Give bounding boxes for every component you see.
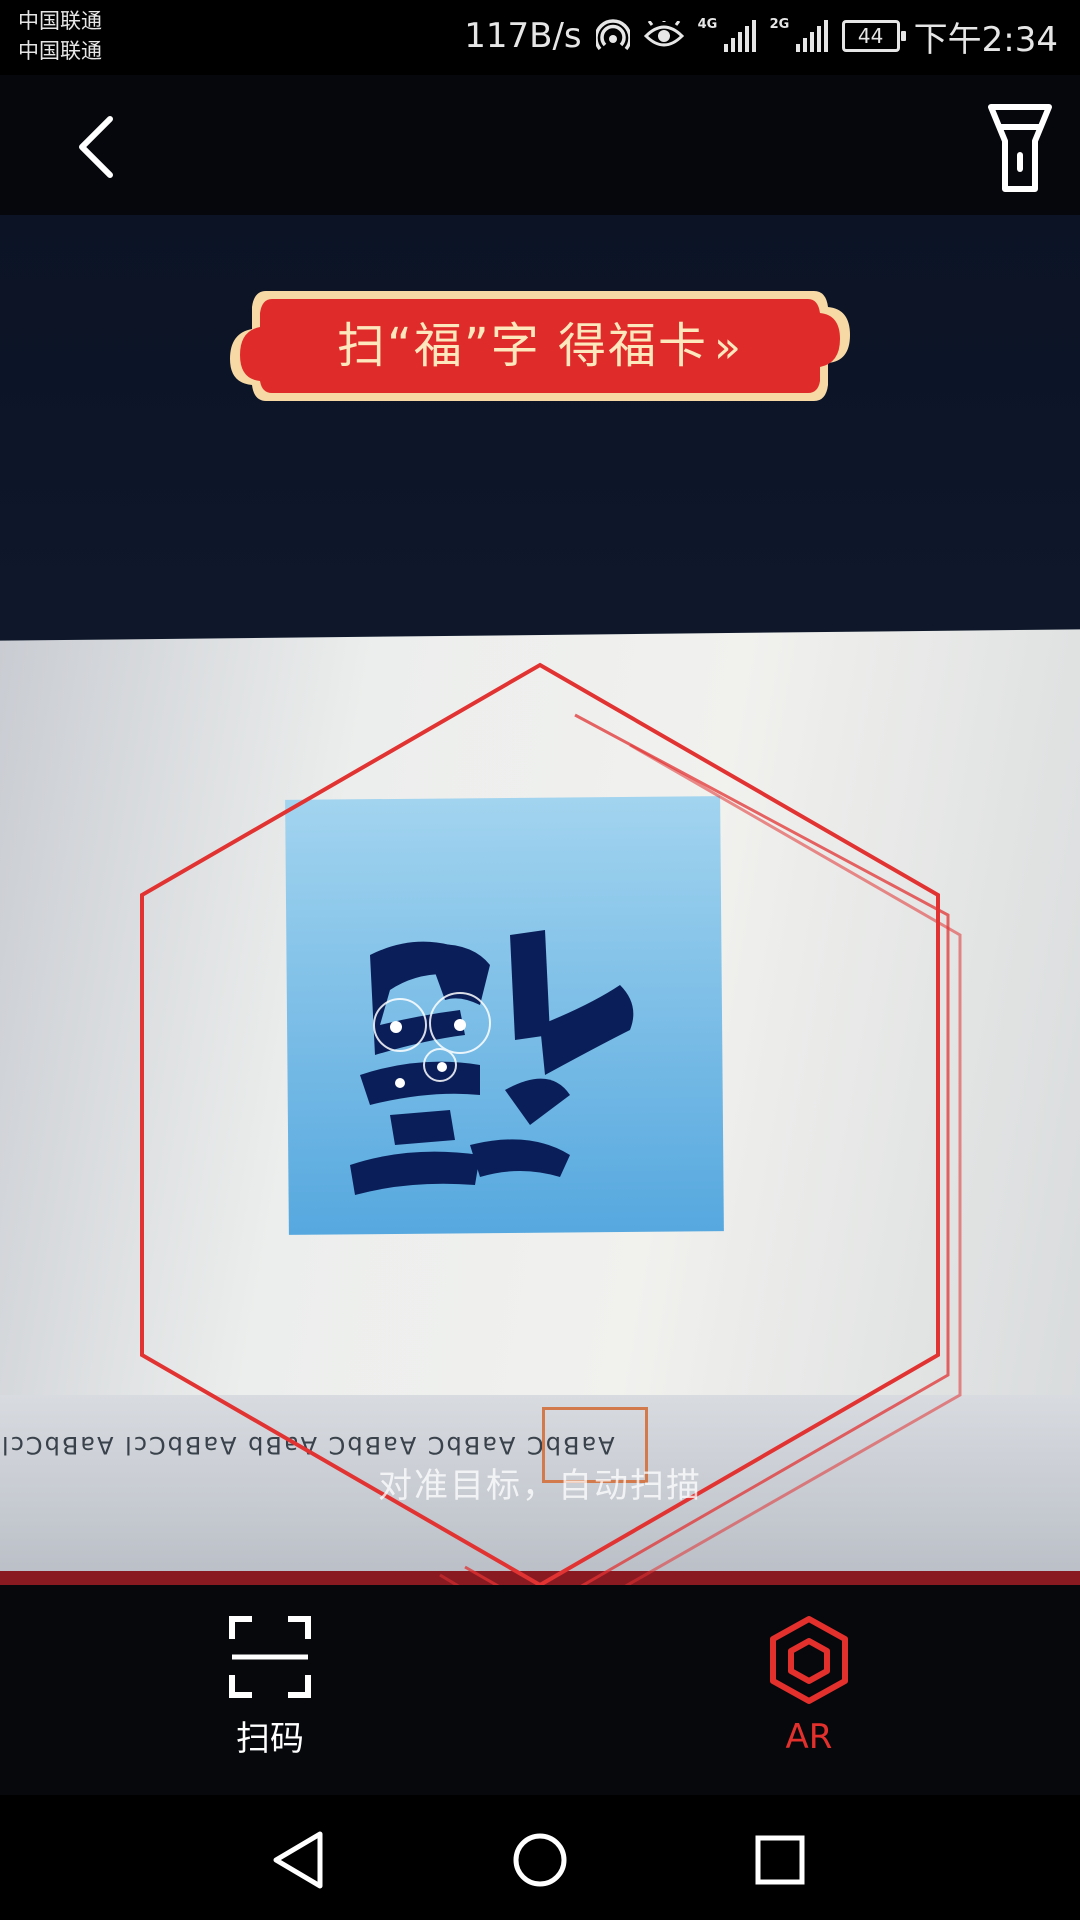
mode-tabs: 扫码 AR bbox=[0, 1585, 1080, 1795]
hotspot-icon bbox=[595, 19, 630, 51]
scan-frame bbox=[140, 662, 962, 1585]
signal-2g-icon: 2G bbox=[770, 18, 828, 52]
hexagon-icon bbox=[770, 1616, 848, 1704]
clock: 下午2:34 bbox=[913, 19, 1058, 60]
status-icons: 117B/s 4G 2G 44 下午2:34 bbox=[464, 14, 1058, 60]
battery-icon: 44 bbox=[841, 20, 906, 52]
signal-4g-icon: 4G bbox=[698, 18, 756, 52]
triangle-back-icon[interactable] bbox=[260, 1820, 340, 1900]
tab-ar-label: AR bbox=[785, 1717, 833, 1757]
flashlight-icon[interactable] bbox=[985, 97, 1055, 197]
carrier-labels: 中国联通 中国联通 bbox=[18, 6, 102, 66]
double-chevron-right-icon: » bbox=[714, 322, 743, 373]
camera-viewfinder: AaBbC AaBbC AaBbC AaBb AaBbCcl AaBbCcl bbox=[0, 215, 1080, 1585]
carrier-2: 中国联通 bbox=[18, 39, 102, 63]
net-speed: 117B/s bbox=[464, 16, 582, 56]
top-bar bbox=[0, 75, 1080, 215]
tab-scan-label: 扫码 bbox=[236, 1719, 304, 1759]
scan-hint: 对准目标，自动扫描 bbox=[378, 1466, 702, 1506]
system-nav-bar bbox=[0, 1795, 1080, 1920]
chevron-left-icon[interactable] bbox=[60, 105, 140, 185]
status-bar: 中国联通 中国联通 117B/s 4G 2G 44 下午2:34 bbox=[0, 0, 1080, 75]
tab-scan-code[interactable]: 扫码 bbox=[170, 1615, 370, 1765]
eye-icon bbox=[643, 21, 684, 47]
banner-label: 扫“福”字 得福卡» bbox=[226, 283, 854, 409]
circle-home-icon[interactable] bbox=[500, 1820, 580, 1900]
carrier-1: 中国联通 bbox=[18, 9, 102, 33]
banner-text: 扫“福”字 得福卡 bbox=[337, 318, 709, 374]
tab-ar[interactable]: AR bbox=[709, 1615, 909, 1765]
square-recents-icon[interactable] bbox=[740, 1820, 820, 1900]
scan-frame-icon bbox=[229, 1616, 311, 1698]
